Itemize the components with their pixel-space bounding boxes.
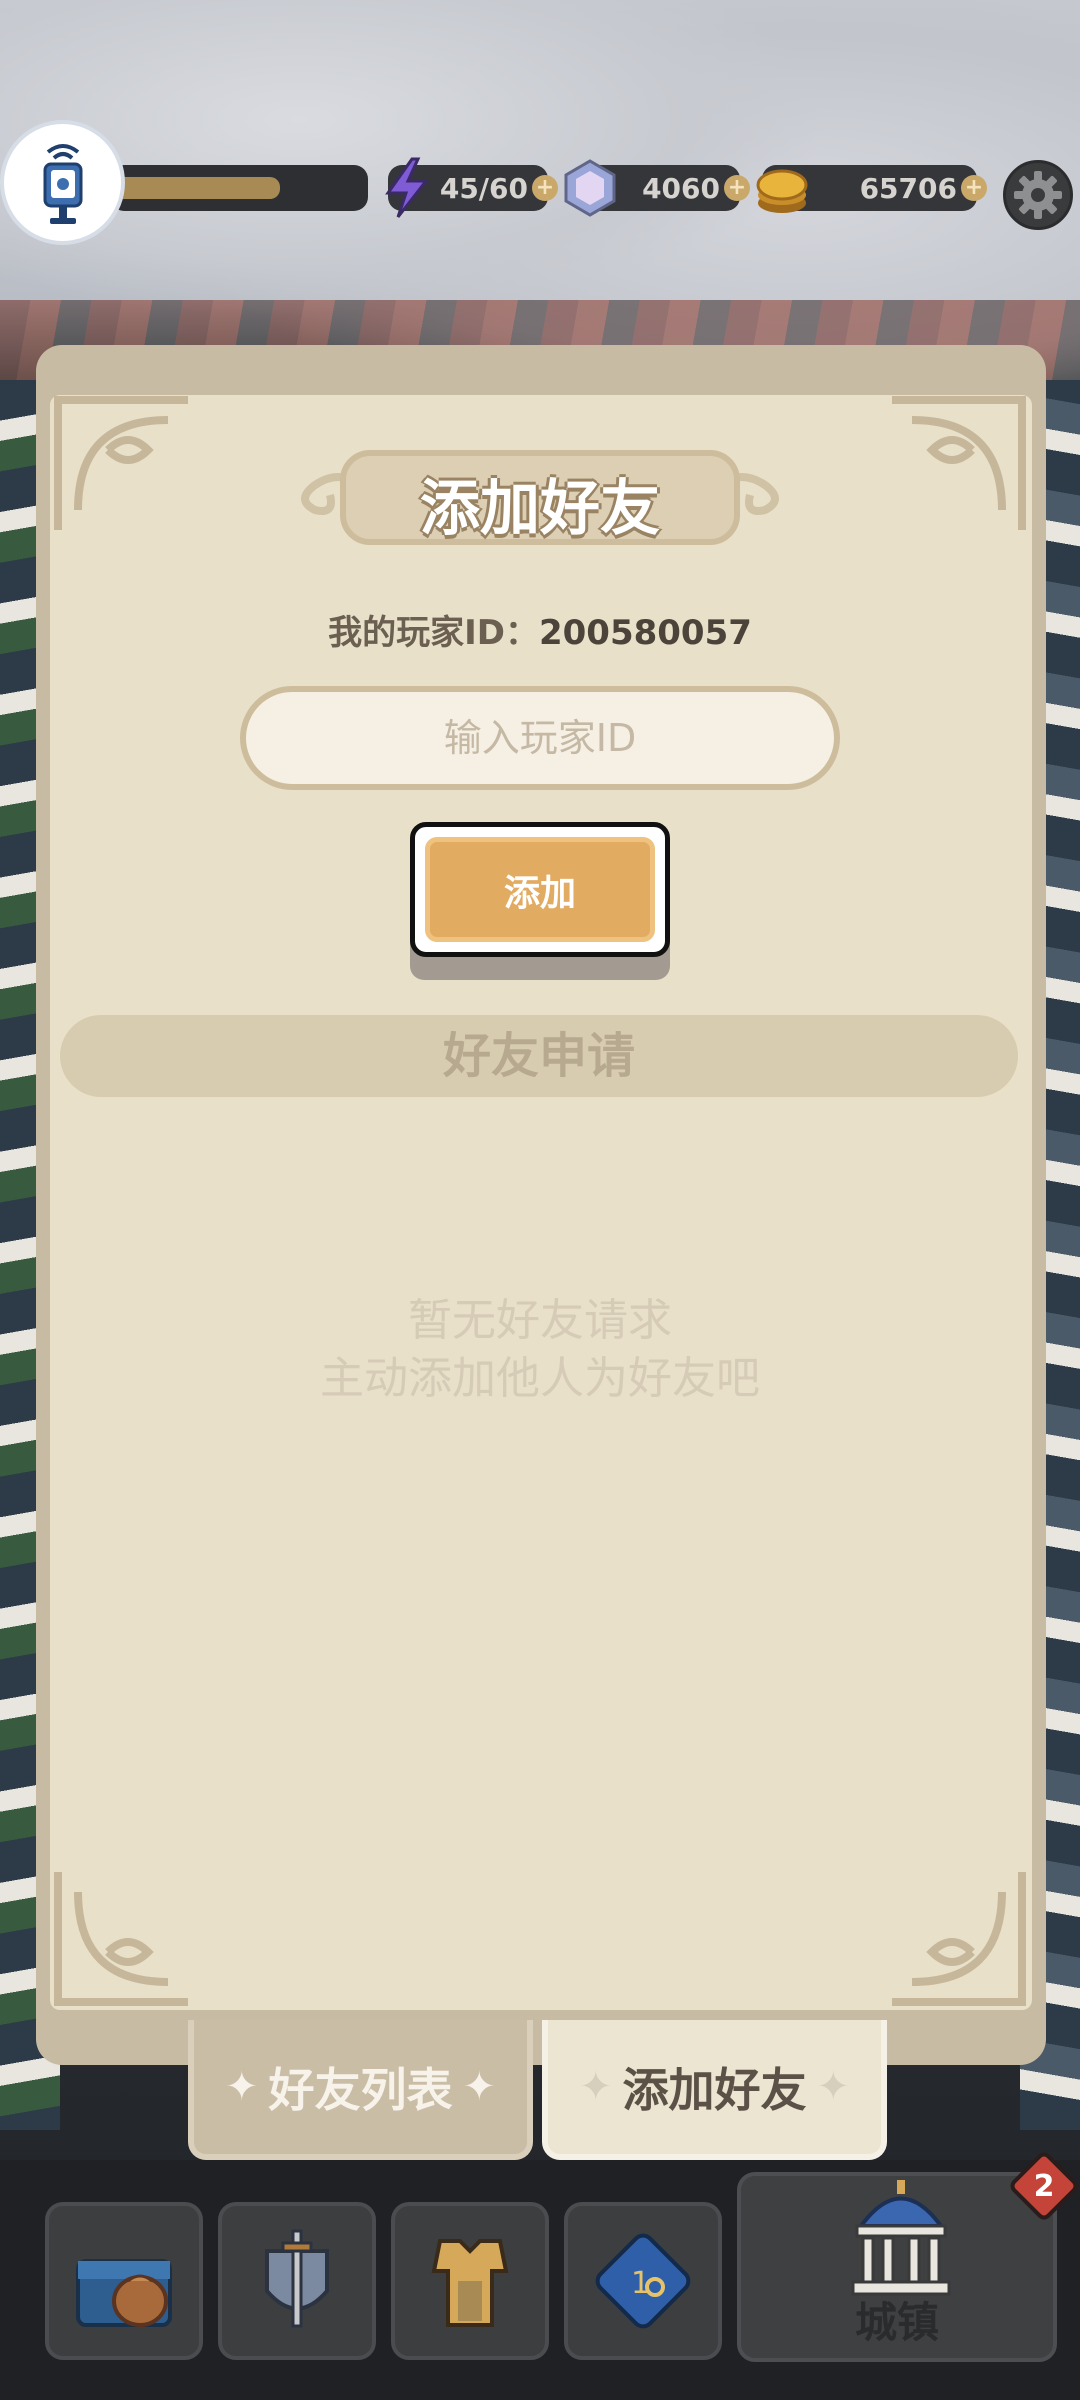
town-hall-icon (851, 2180, 951, 2296)
armor-icon (431, 2239, 509, 2327)
gem-value: 4060 (642, 171, 720, 205)
gear-icon (1014, 171, 1062, 219)
my-player-id: 我的玩家ID：200580057 (0, 605, 1080, 654)
energy-value: 45/60 (439, 171, 528, 205)
player-avatar[interactable] (0, 120, 125, 245)
coin-counter[interactable]: 65706 + (756, 165, 987, 213)
add-gem-icon[interactable]: + (724, 175, 750, 201)
nav-town-button[interactable]: 城镇 (737, 2172, 1057, 2362)
tab-arrow-left-icon: ✦ (224, 2064, 259, 2110)
nav-equipment-button[interactable] (391, 2202, 549, 2360)
corner-ornament-icon (54, 396, 188, 530)
empty-message-line-1: 暂无好友请求 (408, 1295, 672, 1346)
energy-counter[interactable]: 45/60 + (385, 157, 558, 218)
treasure-chest-icon (76, 2259, 172, 2327)
dialog-title-plate: 添加好友 (285, 440, 795, 555)
sword-shield-icon (265, 2229, 329, 2328)
nav-skills-button[interactable]: 1 (564, 2202, 722, 2360)
xp-progress-bar (110, 165, 368, 211)
add-button-label: 添加 (425, 837, 655, 942)
coin-value: 65706 (859, 171, 957, 205)
tab-friends-list[interactable]: ✦ 好友列表 ✦ (188, 2020, 533, 2160)
tab-friends-list-label: 好友列表 (268, 2063, 453, 2117)
my-player-id-value: 200580057 (538, 613, 752, 653)
nav-treasure-button[interactable] (45, 2202, 203, 2360)
tab-arrow-right-icon: ✦ (816, 2064, 851, 2110)
settings-button[interactable] (1003, 160, 1073, 230)
corner-ornament-icon (54, 1872, 188, 2006)
add-button[interactable]: 添加 (410, 822, 670, 957)
add-energy-icon[interactable]: + (532, 175, 558, 201)
lightning-icon (385, 157, 430, 218)
gem-icon (564, 159, 616, 217)
corner-ornament-icon (892, 396, 1026, 530)
nav-town-label: 城镇 (854, 2298, 939, 2347)
corner-ornament-icon (892, 1872, 1026, 2006)
tab-add-friend[interactable]: ✦ 添加好友 ✦ (542, 2020, 887, 2160)
beacon-icon (43, 143, 82, 224)
empty-message-line-2: 主动添加他人为好友吧 (320, 1353, 760, 1404)
bottom-navigation: 1 城镇 (0, 2160, 1080, 2400)
nav-battle-button[interactable] (218, 2202, 376, 2360)
dice-icon: 1 (595, 2233, 691, 2329)
xp-progress-fill (110, 177, 281, 199)
notification-badge-count: 2 (1033, 2169, 1055, 2204)
tab-arrow-right-icon: ✦ (462, 2064, 497, 2110)
gem-counter[interactable]: 4060 + (564, 159, 750, 217)
tab-arrow-left-icon: ✦ (578, 2064, 613, 2110)
coin-stack-icon (756, 169, 808, 213)
top-resource-bar: 45/60 + 4060 + 65706 + (0, 120, 1080, 270)
tab-add-friend-label: 添加好友 (622, 2063, 807, 2117)
add-coin-icon[interactable]: + (961, 175, 987, 201)
my-player-id-label: 我的玩家ID： (328, 613, 539, 653)
empty-requests-message: 暂无好友请求 主动添加他人为好友吧 (0, 1292, 1080, 1408)
dialog-title: 添加好友 (420, 474, 660, 544)
player-id-input[interactable] (240, 686, 840, 790)
friend-requests-header: 好友申请 (60, 1015, 1018, 1097)
